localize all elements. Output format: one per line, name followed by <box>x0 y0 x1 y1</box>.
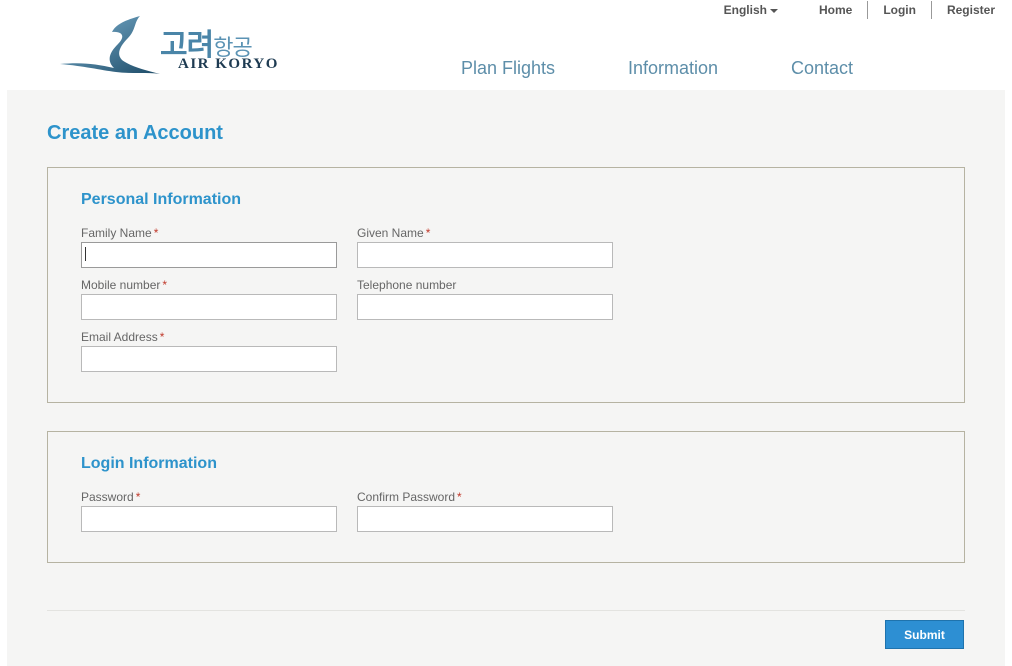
top-links: English Home Login Register <box>724 0 1012 20</box>
page-title: Create an Account <box>47 122 223 144</box>
personal-information-section: Personal Information Family Name * Given … <box>47 167 965 403</box>
content-panel: Create an Account Personal Information F… <box>7 90 1005 666</box>
confirm-password-label: Confirm Password * <box>357 490 462 504</box>
family-name-group: Family Name * <box>81 226 337 268</box>
register-link[interactable]: Register <box>930 1 1012 19</box>
text-cursor <box>85 247 86 261</box>
email-address-group: Email Address * <box>81 330 337 372</box>
login-information-section: Login Information Password * Confirm Pass… <box>47 431 965 563</box>
personal-information-heading: Personal Information <box>81 191 242 208</box>
confirm-password-group: Confirm Password * <box>357 490 613 532</box>
form-divider <box>47 610 965 611</box>
login-link[interactable]: Login <box>867 1 931 19</box>
confirm-password-input[interactable] <box>357 506 613 532</box>
mobile-number-label: Mobile number * <box>81 278 168 292</box>
password-input[interactable] <box>81 506 337 532</box>
air-koryo-logo[interactable]: 고려항공 AIR KORYO <box>56 14 306 76</box>
email-address-input[interactable] <box>81 346 337 372</box>
required-marker: * <box>159 330 165 344</box>
required-marker: * <box>135 490 141 504</box>
required-marker: * <box>153 226 159 240</box>
crane-logo-icon <box>60 16 160 74</box>
home-link[interactable]: Home <box>804 1 867 19</box>
login-information-heading: Login Information <box>81 455 217 472</box>
family-name-input[interactable] <box>81 242 337 268</box>
telephone-number-input[interactable] <box>357 294 613 320</box>
nav-information[interactable]: Information <box>628 58 791 79</box>
given-name-group: Given Name * <box>357 226 613 268</box>
site-header: 고려항공 AIR KORYO English Home Login Regist… <box>0 0 1012 90</box>
telephone-number-group: Telephone number <box>357 278 613 320</box>
language-label: English <box>723 3 767 17</box>
nav-contact[interactable]: Contact <box>791 58 853 79</box>
language-selector[interactable]: English <box>724 3 778 17</box>
password-label: Password * <box>81 490 141 504</box>
caret-down-icon <box>769 8 778 13</box>
required-marker: * <box>457 490 462 504</box>
submit-button[interactable]: Submit <box>885 620 964 649</box>
password-group: Password * <box>81 490 337 532</box>
mobile-number-input[interactable] <box>81 294 337 320</box>
family-name-label: Family Name * <box>81 226 159 240</box>
email-address-label: Email Address * <box>81 330 165 344</box>
required-marker: * <box>425 226 431 240</box>
required-marker: * <box>162 278 168 292</box>
nav-plan-flights[interactable]: Plan Flights <box>461 58 628 79</box>
logo-english-text: AIR KORYO <box>178 56 279 72</box>
main-nav: Plan Flights Information Contact <box>461 58 853 79</box>
given-name-input[interactable] <box>357 242 613 268</box>
mobile-number-group: Mobile number * <box>81 278 337 320</box>
given-name-label: Given Name * <box>357 226 431 240</box>
telephone-number-label: Telephone number <box>357 278 457 292</box>
